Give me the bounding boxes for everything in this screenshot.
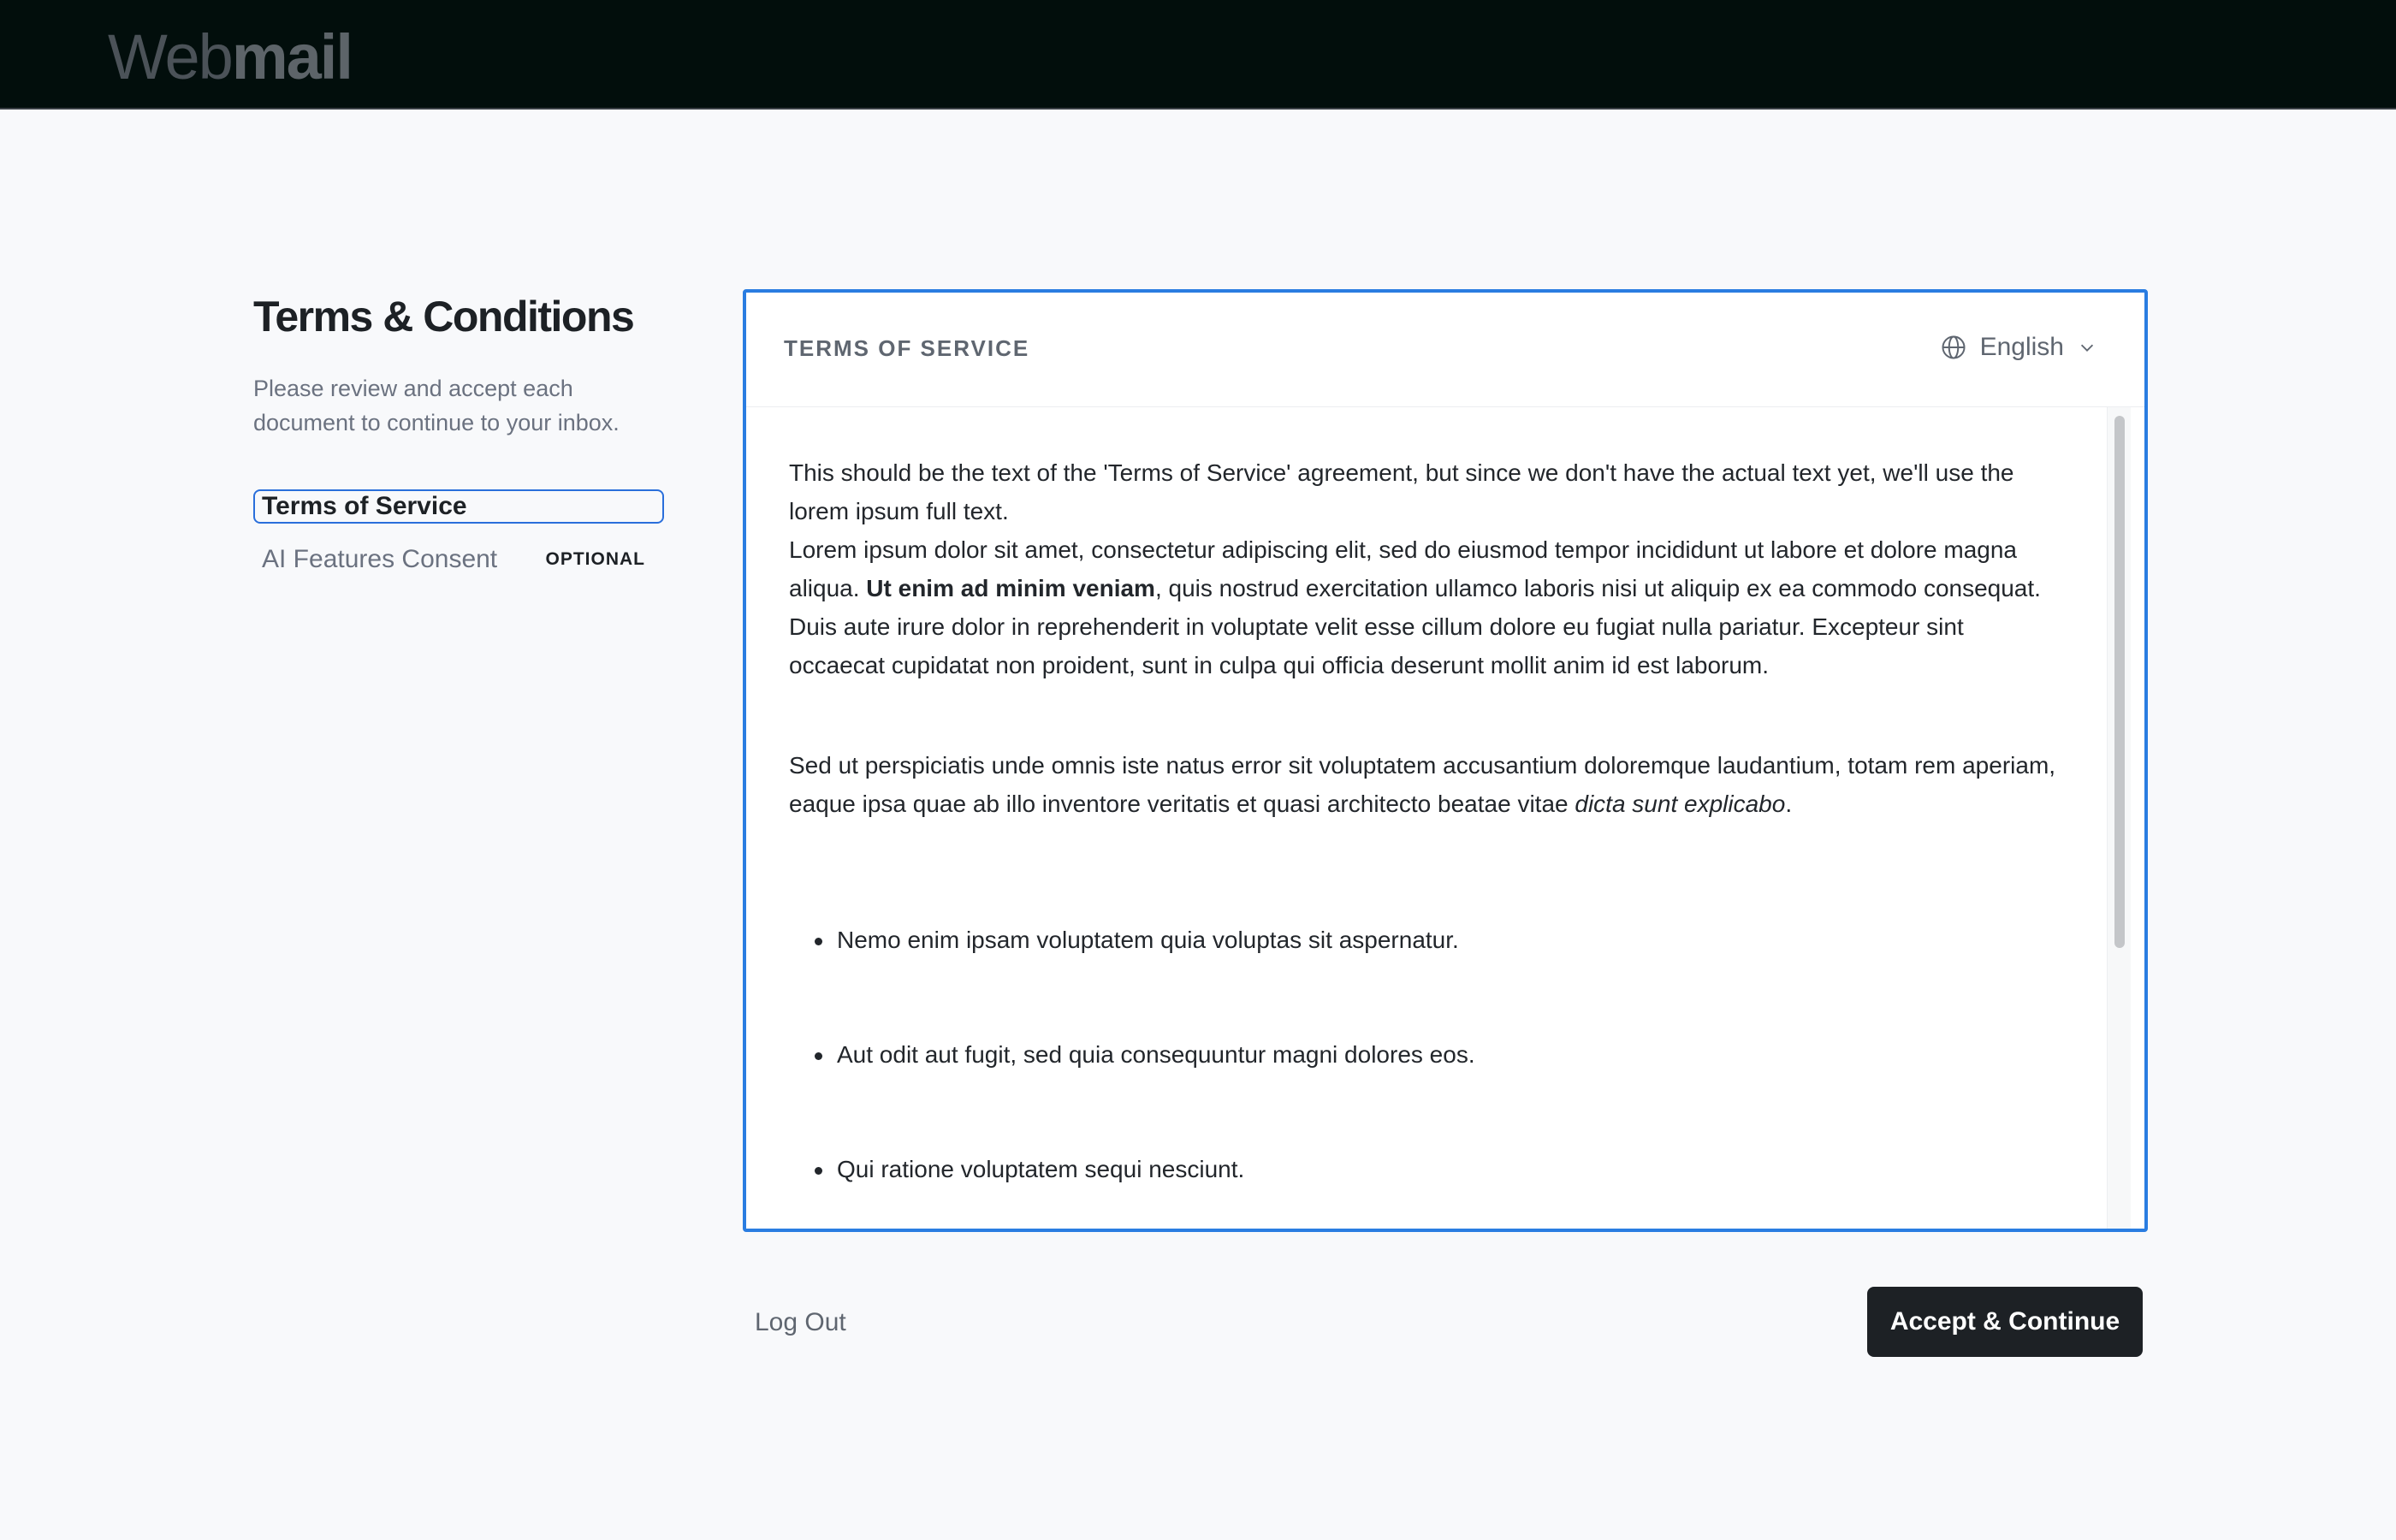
list-item: Nemo enim ipsam voluptatem quia voluptas… [789,921,2064,959]
bullet-list: Nemo enim ipsam voluptatem quia voluptas… [789,921,2064,1188]
scrollbar-thumb[interactable] [2114,416,2125,948]
paragraph-sed: Sed ut perspiciatis unde omnis iste natu… [789,746,2064,823]
webmail-logo[interactable]: Webmail [108,19,353,96]
paragraph-lorem: Lorem ipsum dolor sit amet, consectetur … [789,530,2064,684]
document-header: TERMS OF SERVICE English [746,293,2144,407]
accept-continue-button[interactable]: Accept & Continue [1867,1287,2143,1357]
document-nav: Terms of Service AI Features Consent OPT… [253,489,664,577]
sidebar: Terms & Conditions Please review and acc… [253,282,664,577]
paragraph-intro: This should be the text of the 'Terms of… [789,459,2014,524]
optional-badge: OPTIONAL [545,549,645,569]
scrollbar-track[interactable] [2107,407,2131,1229]
chevron-down-icon [2078,338,2096,357]
nav-item-label: Terms of Service [262,492,467,520]
nav-item-terms-of-service[interactable]: Terms of Service [253,489,664,524]
document-content[interactable]: This should be the text of the 'Terms of… [746,407,2107,1229]
globe-icon [1941,335,1966,360]
page-subtitle: Please review and accept each document t… [253,376,620,435]
paragraph-sed-start: Sed ut perspiciatis unde omnis iste natu… [789,752,2056,817]
document-panel: TERMS OF SERVICE English This should be … [743,289,2148,1232]
paragraph-sed-italic: dicta sunt explicabo [1575,791,1786,817]
nav-item-label: AI Features Consent [262,545,498,573]
logo-text-bold: mail [231,21,353,92]
document-title: TERMS OF SERVICE [784,335,1030,361]
list-item: Qui ratione voluptatem sequi nesciunt. [789,1150,2064,1188]
paragraph-lorem-bold: Ut enim ad minim veniam [866,575,1155,601]
logout-button[interactable]: Log Out [755,1304,846,1342]
logo-text-light: Web [108,21,234,92]
top-bar: Webmail [0,0,2396,110]
paragraph-sed-end: . [1785,791,1793,817]
language-label: English [1979,333,2064,361]
list-item: Aut odit aut fugit, sed quia consequuntu… [789,1035,2064,1074]
nav-item-ai-features-consent[interactable]: AI Features Consent OPTIONAL [253,542,664,577]
page-title: Terms & Conditions [253,293,635,341]
language-selector[interactable]: English [1941,330,2096,364]
